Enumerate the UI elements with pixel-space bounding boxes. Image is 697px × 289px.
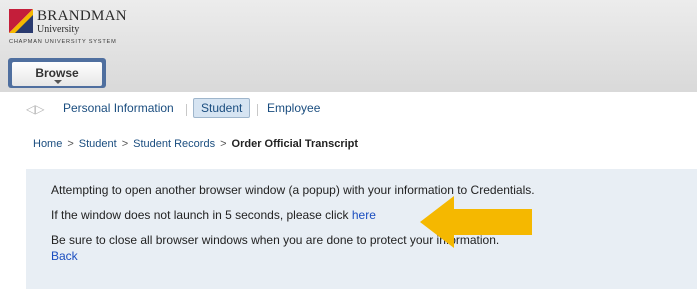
breadcrumb-separator: >	[67, 138, 74, 150]
header: BRANDMAN University CHAPMAN UNIVERSITY S…	[0, 0, 697, 92]
tab-bar: ◁▷ Personal Information Student Employee	[0, 96, 697, 122]
chevron-down-icon	[54, 80, 62, 84]
breadcrumb-home[interactable]: Home	[33, 138, 62, 150]
breadcrumb-student-records[interactable]: Student Records	[133, 138, 215, 150]
message-line-launch-text: If the window does not launch in 5 secon…	[51, 208, 352, 222]
logo-brand: BRANDMAN	[37, 8, 127, 24]
browse-label: Browse	[35, 66, 79, 80]
tab-personal-information[interactable]: Personal Information	[58, 98, 179, 118]
back-link[interactable]: Back	[51, 249, 78, 263]
logo-system: CHAPMAN UNIVERSITY SYSTEM	[9, 39, 117, 45]
message-panel: Attempting to open another browser windo…	[26, 169, 697, 289]
breadcrumb-student[interactable]: Student	[79, 138, 117, 150]
breadcrumb-separator: >	[220, 138, 227, 150]
browse-button[interactable]: Browse	[8, 58, 106, 88]
brandman-logo-icon	[9, 9, 33, 33]
logo[interactable]: BRANDMAN University CHAPMAN UNIVERSITY S…	[9, 8, 159, 52]
message-line-launch: If the window does not launch in 5 secon…	[51, 208, 376, 222]
left-right-arrows-icon[interactable]: ◁▷	[26, 102, 44, 116]
breadcrumb: Home > Student > Student Records > Order Offic…	[33, 138, 358, 150]
logo-university: University	[37, 24, 80, 35]
tab-divider	[257, 104, 258, 116]
message-line-popup: Attempting to open another browser windo…	[51, 183, 535, 197]
browse-button-face[interactable]: Browse	[12, 62, 102, 86]
tab-employee[interactable]: Employee	[262, 98, 325, 118]
breadcrumb-separator: >	[121, 138, 129, 150]
breadcrumb-current: Order Official Transcript	[231, 138, 359, 150]
tab-divider	[186, 104, 187, 116]
here-link[interactable]: here	[352, 208, 376, 222]
tab-student[interactable]: Student	[193, 98, 251, 118]
yellow-pointer-arrow-icon	[420, 196, 532, 248]
